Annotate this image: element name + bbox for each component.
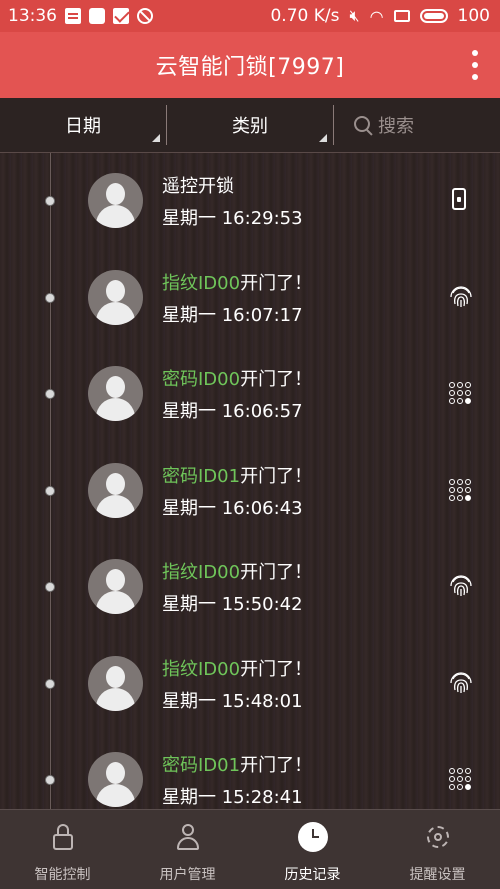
history-row[interactable]: 指纹ID00开门了！ 星期一 15:50:42 — [0, 539, 500, 635]
history-row[interactable]: 密码ID01开门了！ 星期一 15:28:41 — [0, 732, 500, 809]
event-source: 密码ID01 — [162, 465, 241, 487]
avatar — [88, 462, 143, 518]
nav-user-management[interactable]: 用户管理 — [125, 810, 250, 889]
user-icon — [173, 822, 203, 852]
bottom-navigation: 智能控制 用户管理 历史记录 提醒设置 — [0, 809, 500, 889]
event-text: 开门了！ — [240, 755, 313, 776]
history-row[interactable]: 指纹ID00开门了！ 星期一 16:07:17 — [0, 250, 500, 346]
battery-level: 100 — [457, 6, 490, 26]
event-description: 指纹ID00开门了！ — [162, 559, 312, 587]
event-time: 星期一 15:28:41 — [162, 787, 303, 808]
nav-label: 提醒设置 — [409, 867, 466, 883]
nav-label: 历史记录 — [284, 867, 341, 883]
date-filter-label: 日期 — [65, 116, 101, 137]
avatar — [88, 269, 143, 325]
event-time: 星期一 16:06:43 — [162, 497, 303, 519]
status-time: 13:36 — [8, 6, 57, 26]
nav-label: 用户管理 — [159, 867, 216, 883]
history-row[interactable]: 指纹ID00开门了！ 星期一 15:48:01 — [0, 636, 500, 732]
timeline-dot — [45, 196, 55, 206]
gear-icon — [423, 822, 453, 852]
clock-icon — [297, 822, 328, 852]
keypad-icon — [448, 477, 472, 503]
avatar — [88, 173, 143, 228]
search-icon — [354, 116, 372, 134]
do-not-disturb-icon — [137, 8, 153, 24]
nav-reminder-settings[interactable]: 提醒设置 — [375, 810, 500, 889]
mail-notification-icon — [113, 8, 129, 24]
event-description: 遥控开锁 — [162, 173, 303, 201]
filter-bar: 日期 类别 搜索 — [0, 98, 500, 153]
event-source: 密码ID00 — [162, 369, 241, 390]
more-menu-icon[interactable] — [472, 50, 478, 80]
lock-icon — [48, 822, 78, 852]
history-row[interactable]: 密码ID01开门了！ 星期一 16:06:43 — [0, 443, 500, 539]
event-text: 遥控开锁 — [162, 176, 234, 197]
event-text: 开门了！ — [240, 562, 313, 583]
keypad-icon — [448, 766, 472, 792]
history-list[interactable]: 遥控开锁 星期一 16:29:53 指纹ID00开门了！ 星期一 16:07:17 密码… — [0, 153, 500, 809]
event-description: 密码ID01开门了！ — [162, 463, 312, 491]
avatar — [88, 752, 143, 807]
timeline-dot — [45, 485, 55, 496]
search-input[interactable]: 搜索 — [334, 112, 500, 138]
battery-icon — [419, 9, 448, 23]
event-source: 指纹ID00 — [162, 272, 241, 294]
nav-smart-control[interactable]: 智能控制 — [0, 810, 125, 889]
event-description: 指纹ID00开门了！ — [162, 270, 312, 298]
event-text: 开门了！ — [240, 272, 313, 294]
page-title: 云智能门锁[7997] — [155, 55, 345, 80]
document-notification-icon — [65, 8, 81, 24]
screen-rotate-icon — [393, 10, 410, 22]
dropdown-corner-icon — [152, 134, 160, 142]
fingerprint-icon — [448, 670, 472, 696]
timeline-dot — [45, 389, 55, 399]
event-description: 密码ID01开门了！ — [162, 752, 312, 780]
event-source: 指纹ID00 — [162, 562, 241, 583]
nav-history[interactable]: 历史记录 — [250, 810, 375, 889]
event-text: 开门了！ — [240, 658, 313, 680]
category-filter-label: 类别 — [232, 116, 268, 137]
timeline-dot — [45, 678, 55, 689]
event-time: 星期一 15:50:42 — [162, 594, 303, 615]
event-description: 指纹ID00开门了！ — [162, 656, 312, 684]
avatar — [88, 366, 143, 421]
event-text: 开门了！ — [240, 369, 313, 390]
status-bar: 13:36 0.70 K/s 🔇︎ ◠ 100 — [0, 0, 500, 32]
dropdown-corner-icon — [319, 134, 327, 142]
event-time: 星期一 16:07:17 — [162, 304, 303, 326]
event-text: 开门了！ — [240, 465, 313, 487]
timeline-dot — [45, 582, 55, 592]
phone-remote-icon — [448, 187, 472, 213]
history-row[interactable]: 遥控开锁星期一 16:29:53 — [0, 153, 500, 249]
timeline-dot — [45, 292, 55, 303]
search-placeholder: 搜索 — [378, 116, 414, 137]
fingerprint-icon — [448, 573, 472, 599]
category-filter-dropdown[interactable]: 类别 — [167, 98, 333, 152]
event-description: 密码ID00开门了！ — [162, 366, 312, 394]
nav-label: 智能控制 — [34, 867, 91, 883]
keypad-icon — [448, 380, 472, 406]
date-filter-dropdown[interactable]: 日期 — [0, 98, 166, 152]
timeline-dot — [45, 775, 55, 785]
avatar — [88, 655, 143, 711]
avatar — [88, 559, 143, 614]
app-header: 云智能门锁[7997] — [0, 32, 500, 98]
app-notification-icon — [89, 8, 105, 24]
fingerprint-icon — [448, 284, 472, 310]
event-time: 星期一 16:29:53 — [162, 208, 303, 229]
wifi-icon: ◠ — [369, 6, 384, 26]
mute-icon: 🔇︎ — [349, 6, 360, 25]
history-row[interactable]: 密码ID00开门了！ 星期一 16:06:57 — [0, 346, 500, 442]
event-source: 密码ID01 — [162, 755, 241, 776]
network-speed: 0.70 K/s — [270, 6, 340, 26]
event-source: 指纹ID00 — [162, 658, 241, 680]
event-time: 星期一 16:06:57 — [162, 401, 303, 422]
event-time: 星期一 15:48:01 — [162, 690, 303, 712]
